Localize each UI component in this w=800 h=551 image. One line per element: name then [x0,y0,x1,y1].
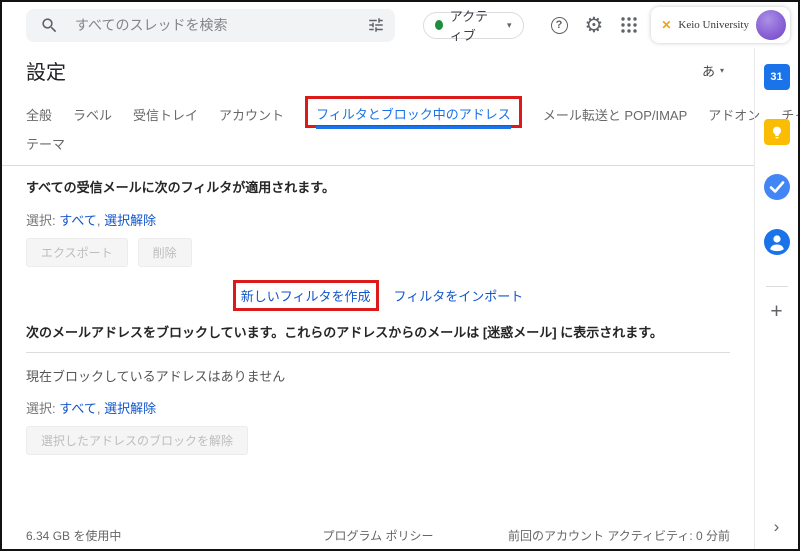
tab-addons[interactable]: アドオン [708,105,760,126]
deselect-link[interactable]: 選択解除 [104,213,156,228]
chat-status-selector[interactable]: アクティブ ▾ [423,12,524,39]
blocked-empty-message: 現在ブロックしているアドレスはありません [26,366,730,385]
input-tools-label: あ [702,61,715,80]
input-tools-selector[interactable]: あ ▾ [702,61,724,80]
settings-gear-button[interactable]: ⚙ [585,15,604,36]
filter-actions: 新しいフィルタを作成 フィルタをインポート [26,280,730,311]
chevron-down-icon: ▾ [507,20,512,31]
separator: , [97,401,101,416]
chevron-down-icon: ▾ [720,66,724,75]
gear-icon: ⚙ [585,15,604,36]
top-bar: アクティブ ▾ ? ⚙ ✕ Keio University [2,2,798,48]
unblock-button[interactable]: 選択したアドレスのブロックを解除 [26,426,248,455]
settings-tabs-row1: 全般 ラベル 受信トレイ アカウント フィルタとブロック中のアドレス メール転送… [26,96,730,126]
tabs-divider [2,165,754,166]
separator: , [97,213,101,228]
filters-button-row: エクスポート 削除 [26,238,730,267]
program-policies-link[interactable]: プログラム ポリシー [323,529,434,543]
footer: 6.34 GB を使用中 プログラム ポリシー Powered by Googl… [26,527,730,551]
status-active-dot-icon [435,20,443,30]
tasks-check-icon [764,174,790,200]
account-badge[interactable]: ✕ Keio University [651,7,790,43]
import-filter-link[interactable]: フィルタをインポート [394,286,524,305]
search-icon[interactable] [40,16,59,35]
tab-filters-blocked-addresses[interactable]: フィルタとブロック中のアドレス [316,107,511,129]
help-button[interactable]: ? [551,17,568,34]
footer-center: プログラム ポリシー Powered by Google [261,527,496,551]
red-highlight-box-create-filter: 新しいフィルタを作成 [233,280,379,311]
tab-labels[interactable]: ラベル [73,105,112,126]
page-title: 設定 [26,56,66,85]
tasks-app-button[interactable] [764,174,790,200]
blocked-button-row: 選択したアドレスのブロックを解除 [26,426,730,455]
search-bar[interactable] [26,9,395,42]
avatar[interactable] [756,10,786,40]
filters-select-line: 選択: すべて, 選択解除 [26,210,730,229]
keep-app-button[interactable] [764,119,790,145]
filters-heading: すべての受信メールに次のフィルタが適用されます。 [26,180,730,197]
tab-general[interactable]: 全般 [26,105,52,126]
tab-themes[interactable]: テーマ [26,134,65,155]
keep-lightbulb-icon [764,119,790,145]
select-label: 選択: [26,401,56,416]
calendar-app-button[interactable]: 31 [764,64,790,90]
storage-usage: 6.34 GB を使用中 [26,527,261,544]
settings-header: 設定 あ ▾ [26,56,730,85]
export-button[interactable]: エクスポート [26,238,128,267]
settings-tabs-row2: テーマ [26,134,730,155]
blocked-select-line: 選択: すべて, 選択解除 [26,398,730,417]
blocked-divider [26,352,730,353]
select-all-link[interactable]: すべて [59,401,97,416]
contacts-person-icon [764,229,790,255]
tab-inbox[interactable]: 受信トレイ [133,105,198,126]
settings-content: 設定 あ ▾ 全般 ラベル 受信トレイ アカウント フィルタとブロック中のアドレ… [2,48,754,549]
blocked-heading: 次のメールアドレスをブロックしています。これらのアドレスからのメールは [迷惑メ… [26,325,730,342]
tab-forwarding-pop-imap[interactable]: メール転送と POP/IMAP [543,105,687,126]
footer-right: 前回のアカウント アクティビティ: 0 分前 詳細 [495,527,730,551]
select-label: 選択: [26,213,56,228]
create-filter-link[interactable]: 新しいフィルタを作成 [241,289,371,304]
keio-logo-icon: ✕ [661,18,671,32]
last-account-activity: 前回のアカウント アクティビティ: 0 分前 [508,529,730,543]
apps-grid-icon [620,16,638,34]
select-all-link[interactable]: すべて [59,213,97,228]
help-icon: ? [551,17,568,34]
side-panel: 31 + › [754,48,798,549]
get-addons-plus-icon[interactable]: + [770,301,782,322]
tab-accounts[interactable]: アカウント [219,105,284,126]
side-panel-divider [766,286,788,287]
gmail-settings-window: アクティブ ▾ ? ⚙ ✕ Keio University [0,0,800,551]
main-area: 設定 あ ▾ 全般 ラベル 受信トレイ アカウント フィルタとブロック中のアドレ… [2,48,798,549]
deselect-link[interactable]: 選択解除 [104,401,156,416]
status-label: アクティブ [450,6,500,44]
red-highlight-box-filters-tab: フィルタとブロック中のアドレス [305,96,522,128]
search-options-tune-icon[interactable] [367,16,385,34]
search-input[interactable] [73,16,367,34]
delete-button[interactable]: 削除 [138,238,192,267]
collapse-panel-chevron-icon[interactable]: › [774,517,780,537]
google-apps-button[interactable] [620,16,638,34]
contacts-app-button[interactable] [764,229,790,255]
account-name: Keio University [678,19,749,31]
calendar-icon: 31 [764,64,790,90]
